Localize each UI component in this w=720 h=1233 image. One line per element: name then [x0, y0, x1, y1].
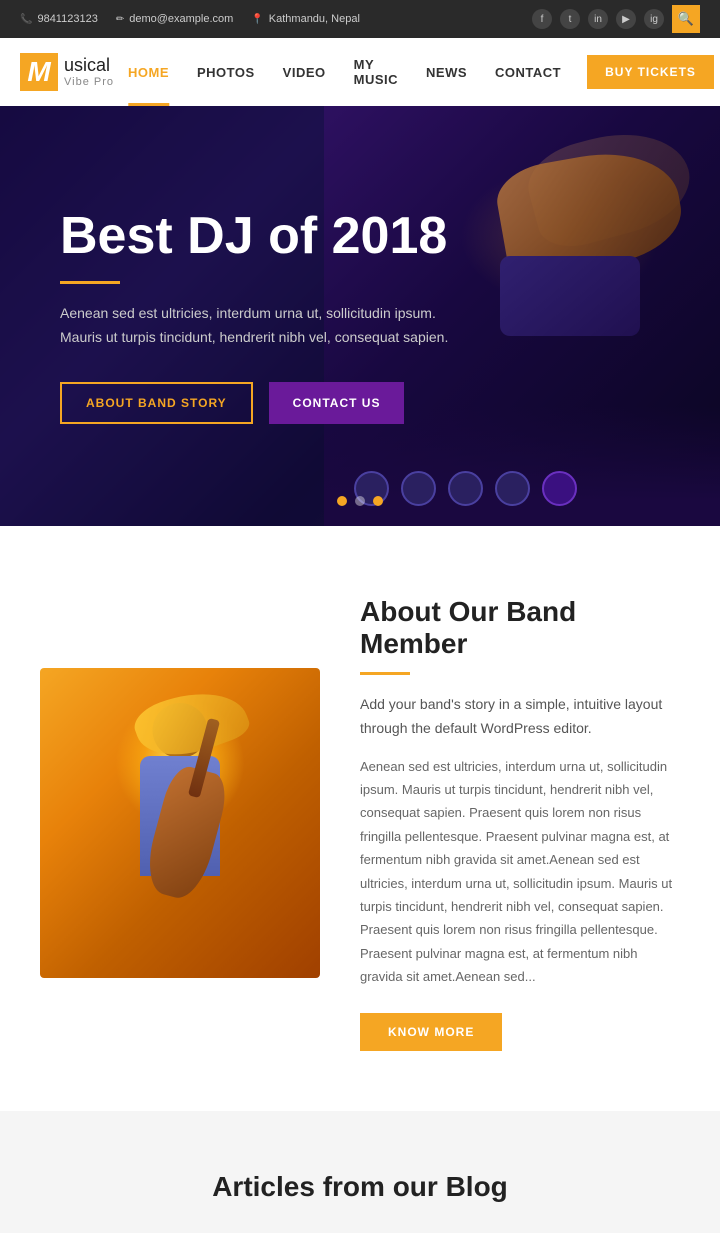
location-icon: 📍 — [251, 14, 263, 25]
location-text: Kathmandu, Nepal — [269, 13, 360, 25]
twitter-icon[interactable]: t — [560, 9, 580, 29]
about-content: About Our Band Member Add your band's st… — [360, 596, 680, 1051]
blog-title: Articles from our Blog — [40, 1171, 680, 1203]
nav-contact[interactable]: CONTACT — [481, 38, 575, 106]
navbar: M usical Vibe Pro HOME PHOTOS VIDEO MY M… — [0, 38, 720, 106]
knob-2 — [401, 471, 436, 506]
hero-subtitle-line1: Aenean sed est ultricies, interdum urna … — [60, 305, 436, 321]
hero-section: Best DJ of 2018 Aenean sed est ultricies… — [0, 106, 720, 526]
nav-news[interactable]: NEWS — [412, 38, 481, 106]
top-bar-contact-info: 📞 9841123123 ✏ demo@example.com 📍 Kathma… — [20, 13, 360, 25]
phone-number: 9841123123 — [37, 13, 97, 25]
guitarist-figure — [70, 688, 290, 978]
hero-subtitle-line2: Mauris ut turpis tincidunt, hendrerit ni… — [60, 329, 448, 345]
hero-dots — [337, 496, 383, 506]
about-band-button[interactable]: ABOUT BAND STORY — [60, 382, 253, 424]
hero-dot-2[interactable] — [355, 496, 365, 506]
logo-text: usical Vibe Pro — [64, 56, 114, 88]
logo-usical: usical — [64, 55, 110, 75]
about-title: About Our Band Member — [360, 596, 680, 660]
nav-home[interactable]: HOME — [114, 38, 183, 106]
knob-3 — [448, 471, 483, 506]
contact-us-button[interactable]: CONTACT US — [269, 382, 405, 424]
search-button[interactable]: 🔍 — [672, 5, 700, 33]
nav-video[interactable]: VIDEO — [269, 38, 340, 106]
about-body: Aenean sed est ultricies, interdum urna … — [360, 755, 680, 989]
youtube-icon[interactable]: ▶ — [616, 9, 636, 29]
knob-5 — [542, 471, 577, 506]
hero-dot-3[interactable] — [373, 496, 383, 506]
logo-letter: M — [20, 53, 58, 91]
about-image-visual — [40, 668, 320, 978]
blog-section: Articles from our Blog — [0, 1111, 720, 1233]
controller-pad — [500, 256, 640, 336]
nav-my-music[interactable]: MY MUSIC — [340, 38, 412, 106]
about-section: About Our Band Member Add your band's st… — [0, 526, 720, 1111]
hero-subtitle: Aenean sed est ultricies, interdum urna … — [60, 302, 448, 350]
location-info: 📍 Kathmandu, Nepal — [251, 13, 360, 25]
buy-tickets-button[interactable]: BUY TICKETS — [587, 55, 714, 89]
about-intro: Add your band's story in a simple, intui… — [360, 693, 680, 741]
hero-title: Best DJ of 2018 — [60, 208, 448, 265]
logo-subtitle: Vibe Pro — [64, 76, 114, 88]
phone-info: 📞 9841123123 — [20, 13, 98, 25]
nav-links: HOME PHOTOS VIDEO MY MUSIC NEWS CONTACT … — [114, 38, 714, 106]
phone-icon: 📞 — [20, 14, 32, 25]
about-title-underline — [360, 672, 410, 675]
hero-dot-1[interactable] — [337, 496, 347, 506]
knob-4 — [495, 471, 530, 506]
facebook-icon[interactable]: f — [532, 9, 552, 29]
hero-buttons: ABOUT BAND STORY CONTACT US — [60, 382, 448, 424]
logo[interactable]: M usical Vibe Pro — [20, 53, 114, 91]
top-bar: 📞 9841123123 ✏ demo@example.com 📍 Kathma… — [0, 0, 720, 38]
instagram-icon[interactable]: ig — [644, 9, 664, 29]
email-info: ✏ demo@example.com — [116, 13, 234, 25]
linkedin-icon[interactable]: in — [588, 9, 608, 29]
hero-title-underline — [60, 281, 120, 284]
mixer-section — [324, 406, 720, 526]
logo-main-text: usical — [64, 56, 114, 76]
email-icon: ✏ — [116, 14, 124, 25]
top-bar-right: f t in ▶ ig 🔍 — [532, 5, 700, 33]
nav-photos[interactable]: PHOTOS — [183, 38, 269, 106]
hero-content: Best DJ of 2018 Aenean sed est ultricies… — [0, 208, 508, 424]
about-image-container — [40, 668, 320, 978]
know-more-button[interactable]: KNOW MORE — [360, 1013, 502, 1051]
email-address: demo@example.com — [129, 13, 233, 25]
